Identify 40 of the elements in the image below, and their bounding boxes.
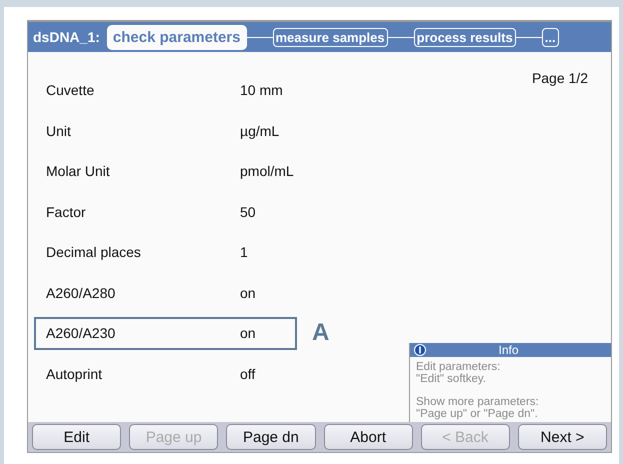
parameter-row[interactable]: A260/A280 on bbox=[34, 276, 297, 310]
info-text: Show more parameters: bbox=[416, 396, 540, 408]
parameter-row[interactable]: Factor 50 bbox=[34, 195, 297, 228]
parameter-name: Factor bbox=[46, 204, 87, 220]
info-text: "Edit" softkey. bbox=[416, 373, 487, 385]
parameter-value: pmol/mL bbox=[240, 163, 294, 180]
parameter-name: Decimal places bbox=[46, 244, 142, 260]
parameter-name: Molar Unit bbox=[46, 163, 111, 180]
parameter-value: 50 bbox=[240, 204, 256, 220]
workflow-step[interactable]: measure samples bbox=[272, 28, 388, 46]
parameter-value: 10 mm bbox=[240, 82, 283, 98]
workflow-step[interactable]: check parameters bbox=[106, 24, 246, 50]
parameter-value: µg/mL bbox=[240, 122, 280, 139]
page-indicator: Page 1/2 bbox=[532, 70, 588, 86]
parameter-name: A260/A280 bbox=[46, 284, 116, 301]
parameter-name: Cuvette bbox=[46, 82, 96, 98]
parameter-value: 1 bbox=[240, 244, 248, 260]
parameter-name: A260/A230 bbox=[46, 325, 116, 342]
callout-letter: A bbox=[312, 319, 330, 348]
info-title: Info bbox=[497, 343, 520, 357]
softkey-button[interactable]: Next > bbox=[518, 424, 608, 450]
workflow-step[interactable]: process results bbox=[414, 28, 516, 46]
method-name: dsDNA_1: bbox=[33, 29, 100, 45]
parameter-row[interactable]: Autoprint off bbox=[34, 357, 297, 390]
parameter-name: Unit bbox=[46, 122, 72, 139]
info-text: "Page up" or "Page dn". bbox=[416, 408, 539, 420]
parameter-value: on bbox=[240, 284, 256, 301]
parameter-row[interactable]: Unit µg/mL bbox=[34, 114, 297, 148]
parameter-row[interactable]: A260/A230 on bbox=[34, 316, 297, 350]
parameter-row[interactable]: Decimal places 1 bbox=[34, 236, 297, 269]
softkey-button[interactable]: Page dn bbox=[226, 424, 316, 450]
softkey-button[interactable]: Abort bbox=[324, 424, 413, 450]
parameter-name: Autoprint bbox=[46, 366, 104, 382]
parameter-value: on bbox=[240, 325, 256, 342]
workflow-step[interactable]: ... bbox=[542, 28, 559, 46]
softkey-button[interactable]: Edit bbox=[32, 424, 122, 450]
info-text: Edit parameters: bbox=[416, 361, 502, 373]
parameter-row[interactable]: Cuvette 10 mm bbox=[34, 74, 297, 107]
parameter-value: off bbox=[240, 366, 256, 382]
parameter-row[interactable]: Molar Unit pmol/mL bbox=[34, 154, 297, 188]
